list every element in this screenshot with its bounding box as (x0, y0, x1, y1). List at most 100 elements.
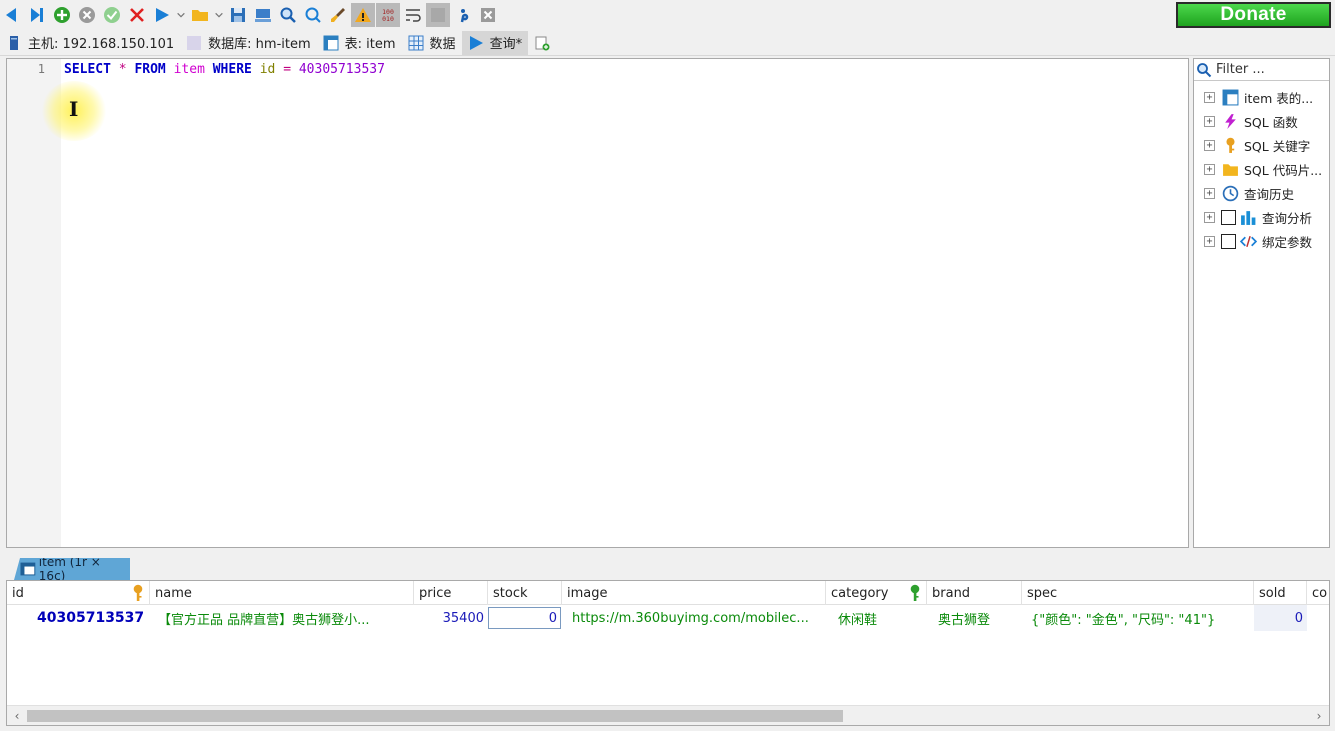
add-circle-icon[interactable] (50, 3, 74, 27)
filter-input[interactable]: Filter ... (1194, 59, 1329, 81)
tree-item-bind-params[interactable]: + 绑定参数 (1204, 229, 1322, 253)
cell-id[interactable]: 40305713537 (37, 605, 150, 631)
expand-icon[interactable]: + (1204, 187, 1215, 199)
cell-brand[interactable]: 奥古狮登 (938, 605, 1018, 631)
helper-panel: Filter ... + item 表的... + SQL 函数 + SQL 关… (1193, 58, 1330, 548)
blank-icon[interactable] (426, 3, 450, 27)
result-tab-label: item (1r × 16c) (38, 555, 101, 583)
expand-icon[interactable]: + (1204, 139, 1215, 151)
arrow-left-icon[interactable] (0, 3, 24, 27)
tab-table[interactable]: 表: item (317, 31, 402, 55)
cell-spec[interactable]: {"颜色": "金色", "尺码": "41"} (1031, 605, 1251, 631)
column-header-label: image (567, 585, 608, 601)
save-icon[interactable] (226, 3, 250, 27)
tab-query[interactable]: 查询* (461, 30, 529, 55)
expand-icon[interactable]: + (1204, 211, 1215, 223)
cell-category[interactable]: 休闲鞋 (838, 605, 923, 631)
close-box-icon[interactable] (476, 3, 500, 27)
expand-icon[interactable]: + (1204, 235, 1215, 247)
binary-icon[interactable]: 100 010 (376, 3, 400, 27)
delete-x-icon[interactable] (125, 3, 149, 27)
column-header-stock[interactable]: stock (488, 581, 562, 605)
expand-icon[interactable]: + (1204, 163, 1215, 175)
cell-name[interactable]: 【官方正品 品牌直营】奥古狮登小... (158, 605, 410, 631)
primary-key-icon (133, 584, 143, 601)
tree-item-table-columns[interactable]: + item 表的... (1204, 85, 1322, 109)
sql-keyword-select: SELECT (64, 62, 111, 77)
query-profiling-checkbox[interactable] (1221, 209, 1236, 225)
tree-item-label: 查询历史 (1244, 186, 1295, 202)
bar-chart-icon (1239, 208, 1257, 226)
server-icon (6, 35, 22, 51)
svg-text:010: 010 (382, 15, 394, 23)
horizontal-scrollbar[interactable]: ‹ › (7, 705, 1329, 725)
tab-host[interactable]: 主机: 192.168.150.101 (0, 31, 180, 55)
tab-database-label: 数据库: hm-item (208, 37, 311, 52)
new-query-tab-button[interactable] (528, 31, 562, 55)
filter-placeholder: Filter ... (1216, 62, 1265, 77)
tree-item-label: 绑定参数 (1262, 234, 1313, 250)
helper-tree: + item 表的... + SQL 函数 + SQL 关键字 + SQL 代码… (1204, 85, 1322, 253)
search-refresh-icon[interactable] (301, 3, 325, 27)
skip-end-icon[interactable] (25, 3, 49, 27)
column-header-label: category (831, 585, 889, 601)
warning-icon[interactable] (351, 3, 375, 27)
tree-item-query-profiling[interactable]: + 查询分析 (1204, 205, 1322, 229)
monitor-icon[interactable] (251, 3, 275, 27)
tab-database[interactable]: 数据库: hm-item (180, 31, 316, 55)
cell-image[interactable]: https://m.360buyimg.com/mobilec... (572, 605, 822, 631)
run-icon[interactable] (150, 3, 174, 27)
tree-item-sql-snippets[interactable]: + SQL 代码片... (1204, 157, 1322, 181)
column-header-price[interactable]: price (414, 581, 488, 605)
tab-table-label: 表: item (344, 37, 396, 52)
cancel-circle-icon[interactable] (75, 3, 99, 27)
result-grid[interactable]: id name price stock image category brand… (6, 580, 1330, 726)
expand-icon[interactable]: + (1204, 91, 1215, 103)
donate-button[interactable]: Donate (1176, 2, 1331, 28)
column-header-spec[interactable]: spec (1022, 581, 1254, 605)
column-header-brand[interactable]: brand (927, 581, 1022, 605)
table-row[interactable]: 40305713537 【官方正品 品牌直营】奥古狮登小... 35400 0 … (7, 605, 1329, 631)
word-wrap-icon[interactable] (401, 3, 425, 27)
sql-keyword-from: FROM (134, 62, 166, 77)
text-cursor-icon: I (69, 97, 79, 121)
column-header-image[interactable]: image (562, 581, 826, 605)
chevron-down-icon[interactable] (213, 3, 225, 27)
column-header-label: co (1312, 585, 1328, 601)
tab-data[interactable]: 数据 (402, 31, 462, 55)
result-tab[interactable]: item (1r × 16c) (14, 558, 130, 580)
expand-icon[interactable]: + (1204, 115, 1215, 127)
sql-equals: = (283, 62, 292, 77)
column-header-id[interactable]: id (7, 581, 150, 605)
column-header-label: price (419, 585, 452, 601)
code-icon (1239, 232, 1257, 250)
scroll-right-icon[interactable]: › (1312, 709, 1326, 723)
column-header-sold[interactable]: sold (1254, 581, 1307, 605)
column-header-category[interactable]: category (826, 581, 927, 605)
scrollbar-thumb[interactable] (27, 710, 843, 722)
column-header-label: name (155, 585, 192, 601)
cell-sold[interactable]: 0 (1254, 605, 1307, 631)
add-query-icon (534, 35, 550, 51)
cell-stock-editor[interactable]: 0 (488, 607, 561, 629)
folder-icon[interactable] (188, 3, 212, 27)
check-icon[interactable] (100, 3, 124, 27)
column-header-label: brand (932, 585, 971, 601)
database-icon (186, 35, 202, 51)
sql-column-name: id (259, 62, 276, 77)
cell-price[interactable]: 35400 (414, 605, 488, 631)
search-icon[interactable] (276, 3, 300, 27)
column-header-name[interactable]: name (150, 581, 414, 605)
chevron-down-icon[interactable] (175, 3, 187, 27)
scroll-left-icon[interactable]: ‹ (10, 709, 24, 723)
column-header-comment[interactable]: co (1307, 581, 1329, 605)
tree-item-sql-functions[interactable]: + SQL 函数 (1204, 109, 1322, 133)
bind-params-checkbox[interactable] (1221, 233, 1236, 249)
tab-host-label: 主机: 192.168.150.101 (28, 37, 175, 52)
tree-item-query-history[interactable]: + 查询历史 (1204, 181, 1322, 205)
tree-item-sql-keywords[interactable]: + SQL 关键字 (1204, 133, 1322, 157)
brush-icon[interactable] (326, 3, 350, 27)
semicolon-icon[interactable] (451, 3, 475, 27)
sql-code-line[interactable]: SELECT * FROM item WHERE id = 4030571353… (64, 61, 385, 79)
sql-editor[interactable]: 1 SELECT * FROM item WHERE id = 40305713… (6, 58, 1189, 548)
